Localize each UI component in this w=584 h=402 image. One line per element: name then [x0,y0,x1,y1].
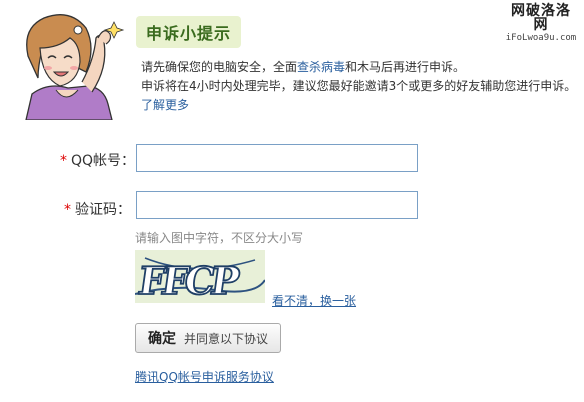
captcha-label: * 验证码： [64,199,131,219]
captcha-hint: 请输入图中字符，不区分大小写 [135,231,304,245]
captcha-image[interactable]: FFCP [135,250,265,303]
qq-account-label: * QQ帐号： [60,150,135,170]
tips-line-1-suffix: 和木马后再进行申诉。 [345,60,466,74]
site-watermark: 网破洛洛网 iFoLwoa9u.com [504,4,578,43]
tips-line-1: 请先确保您的电脑安全，全面查杀病毒和木马后再进行申诉。 [141,58,576,77]
captcha-label-text: 验证码： [75,202,131,218]
tips-title: 申诉小提示 [136,16,242,48]
antivirus-link[interactable]: 查杀病毒 [297,60,345,74]
learn-more-link[interactable]: 了解更多 [141,98,189,112]
cartoon-girl-avatar [25,14,125,120]
tips-line-1-prefix: 请先确保您的电脑安全，全面 [141,60,298,74]
refresh-captcha-link[interactable]: 看不清，换一张 [272,292,356,309]
confirm-button-label: 确定 [147,331,176,347]
tips-line-2: 申诉将在4小时内处理完毕，建议您最好能邀请3个或更多的好友辅助您进行申诉。 [141,79,577,93]
captcha-input[interactable] [136,191,418,219]
service-agreement-link[interactable]: 腾讯QQ帐号申诉服务协议 [135,368,274,385]
confirm-button-sublabel: 并同意以下协议 [183,331,268,346]
confirm-button[interactable]: 确定 并同意以下协议 [135,323,281,353]
watermark-chinese: 网破洛洛网 [511,3,571,33]
qq-account-label-text: QQ帐号： [71,153,136,169]
qq-account-input[interactable] [136,144,418,172]
tips-content: 请先确保您的电脑安全，全面查杀病毒和木马后再进行申诉。 申诉将在4小时内处理完毕… [141,58,576,115]
captcha-text: FFCP [135,259,241,303]
required-marker: * [64,202,71,218]
watermark-domain: iFoLwoa9u.com [505,33,577,43]
required-marker: * [60,153,67,169]
